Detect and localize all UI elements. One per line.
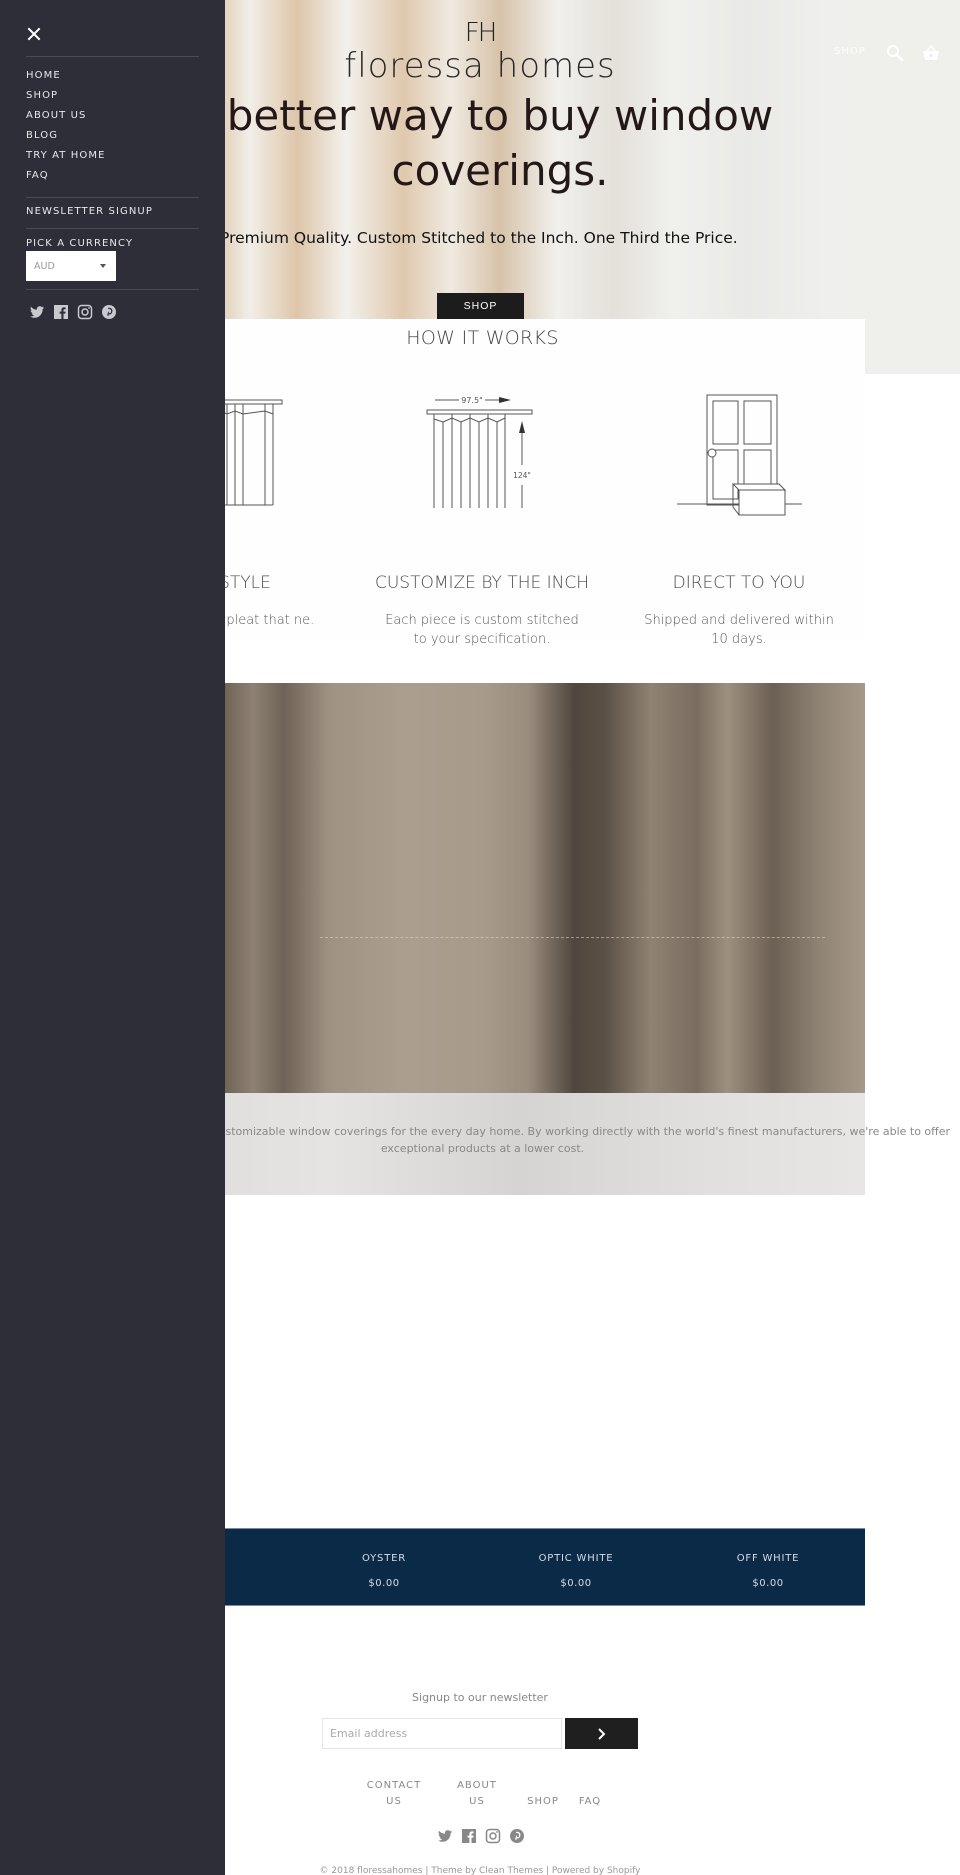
logo-text: floressa homes <box>344 46 616 86</box>
header-shop-link[interactable]: SHOP <box>834 46 866 57</box>
chevron-right-icon <box>597 1727 605 1740</box>
sidebar-item-try-at-home[interactable]: TRY AT HOME <box>26 150 106 161</box>
sidebar-item-shop[interactable]: SHOP <box>26 90 58 101</box>
hero-shop-button[interactable]: SHOP <box>437 293 524 319</box>
product-price: $0.00 <box>752 1578 784 1589</box>
footer-link-shop[interactable]: SHOP <box>523 1794 563 1810</box>
footer-link-line: US <box>469 1796 485 1807</box>
footer-link-line: CONTACT <box>366 1780 422 1791</box>
product-price: $0.00 <box>560 1578 592 1589</box>
currency-value: AUD <box>34 260 55 272</box>
sidebar-item-newsletter-signup[interactable]: NEWSLETTER SIGNUP <box>26 206 153 217</box>
currency-select[interactable]: AUD <box>26 251 116 281</box>
sidebar-item-blog[interactable]: BLOG <box>26 130 58 141</box>
currency-label: PICK A CURRENCY <box>26 238 134 249</box>
hero-title: better way to buy window coverings. <box>226 91 774 195</box>
sidebar-item-about-us[interactable]: ABOUT US <box>26 110 86 121</box>
close-icon[interactable] <box>26 26 42 42</box>
door-package-icon <box>677 394 802 516</box>
footer-link-line: ABOUT <box>457 1780 497 1791</box>
instagram-icon[interactable] <box>77 304 93 320</box>
pinterest-icon[interactable] <box>509 1828 525 1844</box>
how-step-title: DIRECT TO YOU <box>672 573 806 593</box>
basket-icon[interactable] <box>922 44 940 62</box>
search-icon[interactable] <box>886 44 904 62</box>
product-name: OYSTER <box>362 1553 406 1564</box>
how-step-customize: 97.5" 124" CUSTOMIZE BY THE INCH Each pi… <box>357 387 607 647</box>
caret-down-icon <box>100 264 106 268</box>
how-step-title: CUSTOMIZE BY THE INCH <box>374 573 590 593</box>
logo-mark: FH <box>464 18 498 48</box>
logo[interactable]: FH floressa homes <box>340 20 620 86</box>
height-measure-label: 124" <box>513 471 531 480</box>
product-card[interactable]: OYSTER $0.00 <box>314 1529 454 1607</box>
sidebar-divider <box>26 289 199 290</box>
instagram-icon[interactable] <box>485 1828 501 1844</box>
sidebar-social-links <box>29 304 117 320</box>
product-card[interactable]: OPTIC WHITE $0.00 <box>506 1529 646 1607</box>
sidebar-divider <box>26 56 199 57</box>
header-nav: SHOP <box>800 44 960 64</box>
width-measure-label: 97.5" <box>461 396 483 405</box>
newsletter-email-input[interactable] <box>322 1718 562 1749</box>
facebook-icon[interactable] <box>461 1828 477 1844</box>
sidebar-item-faq[interactable]: FAQ <box>26 170 49 181</box>
newsletter-label: Signup to our newsletter <box>412 1691 548 1704</box>
how-step-description: Each piece is custom stitched to your sp… <box>385 613 579 647</box>
sidebar-divider <box>26 228 199 229</box>
footer-link-line: US <box>386 1796 402 1807</box>
facebook-icon[interactable] <box>53 304 69 320</box>
twitter-icon[interactable] <box>437 1828 453 1844</box>
how-step-description: Shipped and delivered within 10 days. <box>644 613 834 647</box>
sidebar-item-home[interactable]: HOME <box>26 70 61 81</box>
product-card[interactable]: OFF WHITE $0.00 <box>698 1529 838 1607</box>
sidebar-drawer: HOME SHOP ABOUT US BLOG TRY AT HOME FAQ … <box>0 0 225 1875</box>
product-price: $0.00 <box>368 1578 400 1589</box>
curtain-measure-icon: 97.5" 124" <box>426 396 533 508</box>
footer-link-contact[interactable]: CONTACT US <box>362 1778 426 1810</box>
footer-link-about[interactable]: ABOUT US <box>452 1778 502 1810</box>
twitter-icon[interactable] <box>29 304 45 320</box>
how-step-direct: DIRECT TO YOU Shipped and delivered with… <box>614 387 864 647</box>
product-name: OPTIC WHITE <box>538 1553 614 1564</box>
product-name: OFF WHITE <box>736 1553 800 1564</box>
pinterest-icon[interactable] <box>101 304 117 320</box>
sidebar-divider <box>26 197 199 198</box>
footer-link-faq[interactable]: FAQ <box>575 1794 605 1810</box>
footer-social-links <box>437 1828 525 1844</box>
copyright: © 2018 floressahomes | Theme by Clean Th… <box>319 1866 641 1875</box>
newsletter-submit-button[interactable] <box>565 1718 638 1749</box>
hero-subtitle: Premium Quality. Custom Stitched to the … <box>220 229 738 247</box>
